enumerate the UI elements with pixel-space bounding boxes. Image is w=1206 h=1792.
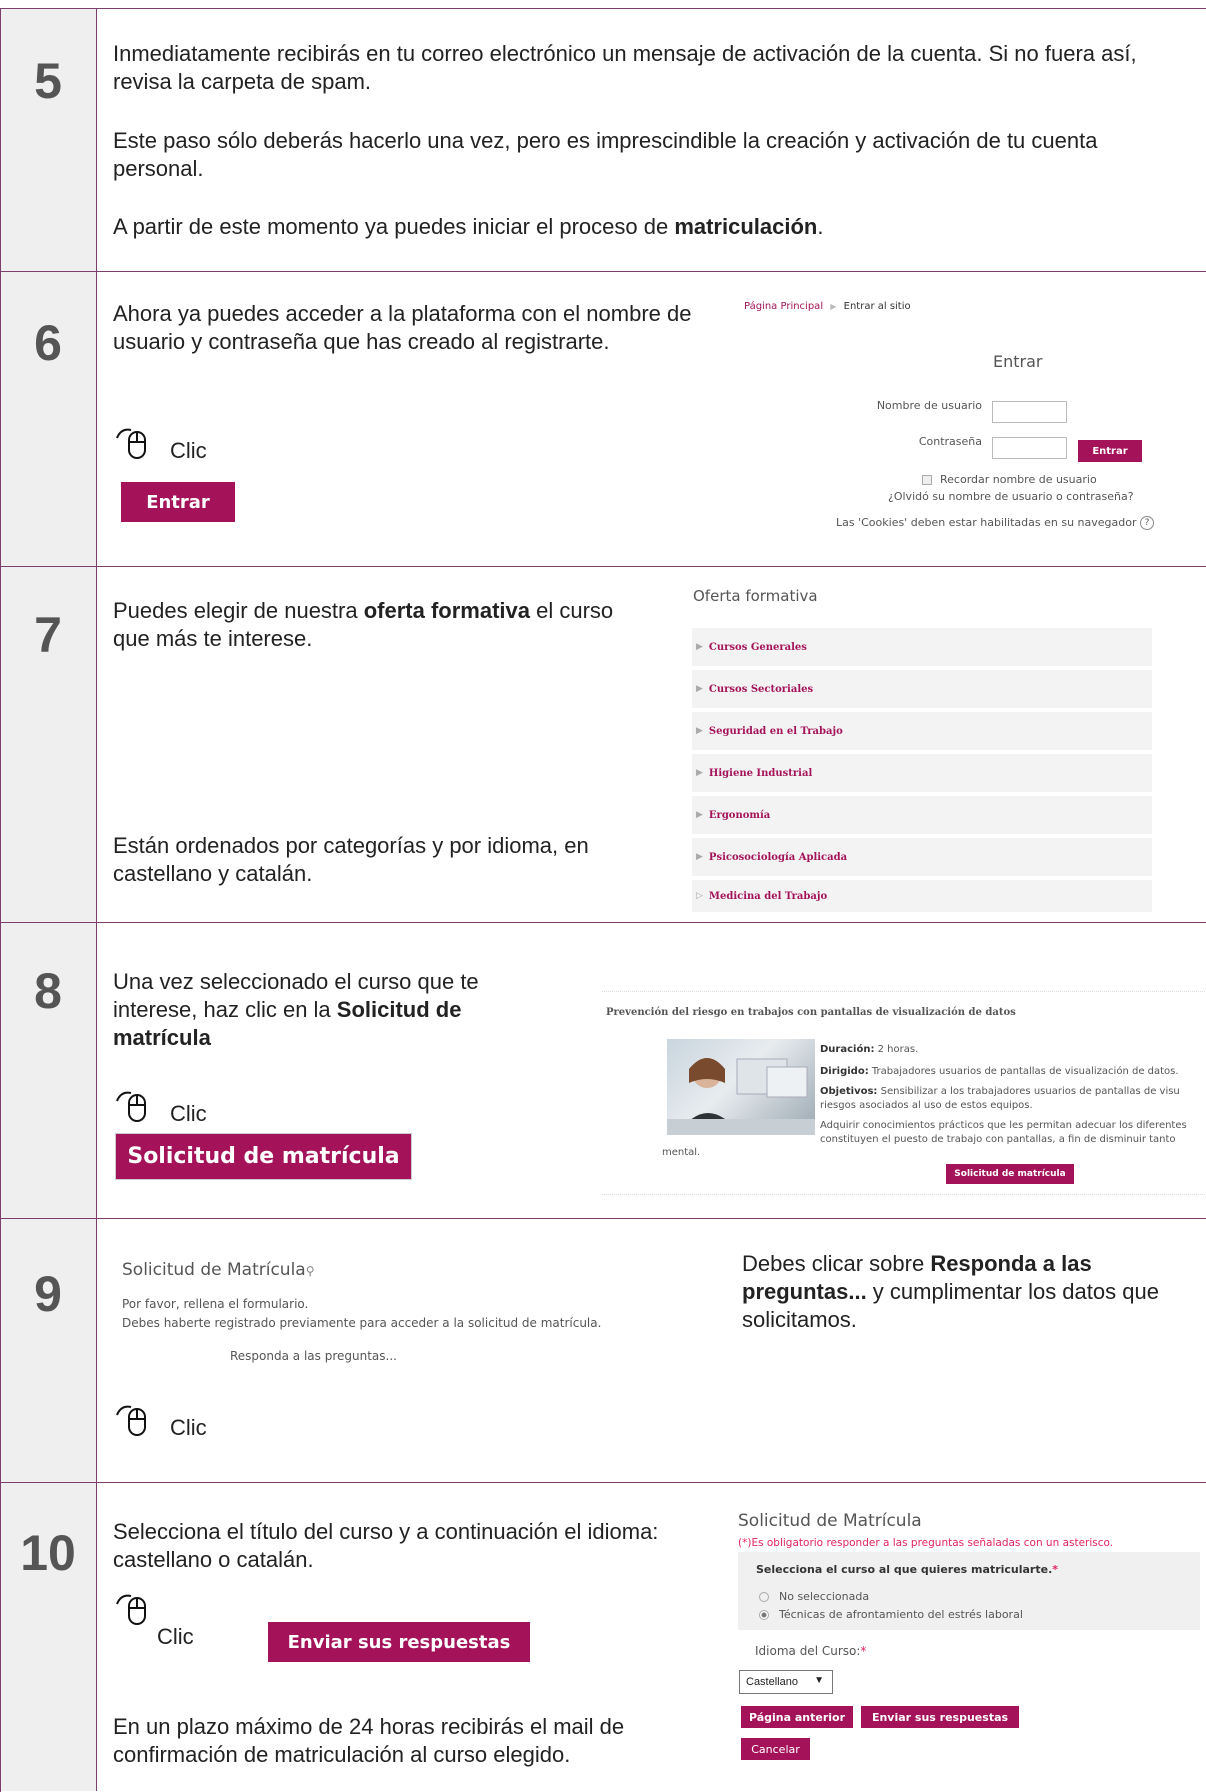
expand-triangle-icon: ▶ (696, 810, 703, 820)
language-label: Idioma del Curso:* (755, 1644, 867, 1658)
clic-label: Clic (170, 438, 207, 463)
course-title[interactable]: Prevención del riesgo en trabajos con pa… (606, 1007, 1016, 1018)
step-number: 8 (34, 963, 62, 1019)
duration-line: Duración: 2 horas. (820, 1044, 919, 1055)
category-item[interactable]: ▶ Cursos Sectoriales (692, 670, 1152, 710)
expand-triangle-icon: ▶ (696, 642, 703, 652)
step-7-text: Puedes elegir de nuestra oferta formativ… (113, 598, 614, 651)
mental-line: mental. (662, 1147, 701, 1158)
step-5-paragraph-2: Este paso sólo deberás hacerlo una vez, … (113, 128, 1098, 181)
breadcrumb-separator-icon: ▶ (830, 302, 837, 311)
solicitud-matricula-button-sample[interactable]: Solicitud de matrícula (115, 1133, 412, 1180)
remember-row: Recordar nombre de usuario (922, 473, 1097, 486)
catalog-heading: Oferta formativa (693, 587, 818, 605)
expand-triangle-icon: ▷ (696, 891, 703, 901)
question-label: Selecciona el curso al que quieres matri… (756, 1563, 1059, 1576)
row-divider (0, 1218, 1206, 1219)
cancel-button[interactable]: Cancelar (741, 1738, 810, 1760)
mouse-click-icon (116, 1091, 146, 1122)
step-8-text: Una vez seleccionado el curso que te int… (113, 969, 479, 1050)
acquire-line-2: constituyen el puesto de trabajo con pan… (820, 1134, 1176, 1145)
row-divider (0, 566, 1206, 567)
screenshot-top-border (602, 991, 1205, 992)
objectives-line-2: riesgos asociados al uso de estos equipo… (820, 1100, 1033, 1111)
language-select[interactable]: Castellano ▼ (739, 1670, 833, 1694)
password-input[interactable] (992, 437, 1067, 459)
search-icon: ⚲ (305, 1264, 315, 1278)
screenshot-bottom-border (602, 1194, 1205, 1195)
breadcrumb-current: Entrar al sitio (843, 301, 911, 312)
category-item[interactable]: ▷ Medicina del Trabajo (692, 880, 1152, 914)
category-item[interactable]: ▶ Psicosociología Aplicada (692, 838, 1152, 878)
previous-page-button[interactable]: Página anterior (741, 1706, 853, 1728)
step-number: 10 (20, 1525, 76, 1581)
mouse-click-icon (116, 1405, 146, 1436)
solicitud-matricula-button[interactable]: Solicitud de matrícula (946, 1164, 1074, 1184)
category-item[interactable]: ▶ Cursos Generales (692, 628, 1152, 668)
breadcrumb-home-link[interactable]: Página Principal (744, 301, 823, 312)
username-label: Nombre de usuario (876, 399, 982, 412)
radio-button-selected[interactable] (759, 1610, 769, 1620)
objectives-line: Objetivos: Sensibilizar a los trabajador… (820, 1086, 1180, 1097)
username-input[interactable] (992, 401, 1067, 423)
step-10-text: Selecciona el título del curso y a conti… (113, 1519, 659, 1572)
expand-triangle-icon: ▶ (696, 852, 703, 862)
step-7-text-2: Están ordenados por categorías y por idi… (113, 833, 589, 886)
form-heading: Solicitud de Matrícula (738, 1511, 922, 1531)
step-number: 6 (34, 315, 62, 371)
category-item[interactable]: ▶ Seguridad en el Trabajo (692, 712, 1152, 752)
expand-triangle-icon: ▶ (696, 768, 703, 778)
option-not-selected[interactable]: No seleccionada (759, 1590, 869, 1603)
target-line: Dirigido: Trabajadores usuarios de panta… (820, 1066, 1179, 1077)
entrar-button-sample[interactable]: Entrar (121, 482, 235, 522)
send-answers-button[interactable]: Enviar sus respuestas (861, 1706, 1019, 1728)
acquire-line: Adquirir conocimientos prácticos que les… (820, 1120, 1187, 1131)
row-divider (0, 1482, 1206, 1483)
step-number: 7 (34, 607, 62, 663)
cookies-text: Las 'Cookies' deben estar habilitadas en… (836, 516, 1137, 529)
clic-label: Clic (170, 1415, 207, 1440)
step-6-text: Ahora ya puedes acceder a la plataforma … (113, 301, 692, 354)
mouse-click-icon (116, 428, 146, 459)
option-course[interactable]: Técnicas de afrontamiento del estrés lab… (759, 1608, 1023, 1621)
answer-questions-link[interactable]: Responda a las preguntas... (230, 1349, 397, 1363)
category-item[interactable]: ▶ Higiene Industrial (692, 754, 1152, 794)
step-5-paragraph-3: A partir de este momento ya puedes inici… (113, 214, 824, 239)
category-item[interactable]: ▶ Ergonomía (692, 796, 1152, 836)
required-note: (*)Es obligatorio responder a las pregun… (738, 1537, 1114, 1549)
mouse-click-icon (116, 1594, 146, 1625)
woman-at-computer-image (667, 1058, 815, 1135)
clic-label: Clic (157, 1624, 194, 1649)
row-divider (0, 271, 1206, 272)
remember-label: Recordar nombre de usuario (940, 473, 1097, 486)
request-line-2: Debes haberte registrado previamente par… (122, 1316, 602, 1330)
step-10-text-2: En un plazo máximo de 24 horas recibirás… (113, 1714, 625, 1767)
enviar-respuestas-button-sample[interactable]: Enviar sus respuestas (268, 1622, 530, 1662)
step-5-paragraph-1: Inmediatamente recibirás en tu correo el… (113, 41, 1137, 94)
course-photo (667, 1039, 815, 1135)
dropdown-arrow-icon: ▼ (814, 1675, 824, 1686)
forgot-password-link[interactable]: ¿Olvidó su nombre de usuario o contraseñ… (888, 490, 1134, 503)
request-line-1: Por favor, rellena el formulario. (122, 1297, 309, 1311)
request-heading: Solicitud de Matrícula⚲ (122, 1260, 315, 1280)
radio-button[interactable] (759, 1592, 769, 1602)
cookies-note: Las 'Cookies' deben estar habilitadas en… (836, 516, 1154, 530)
remember-checkbox[interactable] (922, 475, 932, 485)
clic-label: Clic (170, 1101, 207, 1126)
breadcrumb: Página Principal ▶ Entrar al sitio (744, 301, 911, 312)
step-number: 9 (34, 1266, 62, 1322)
login-heading: Entrar (993, 352, 1043, 371)
password-label: Contraseña (918, 435, 982, 448)
expand-triangle-icon: ▶ (696, 684, 703, 694)
row-divider (0, 922, 1206, 923)
expand-triangle-icon: ▶ (696, 726, 703, 736)
step-9-text: Debes clicar sobre Responda a las pregun… (742, 1251, 1159, 1332)
step-number: 5 (34, 53, 62, 109)
login-button[interactable]: Entrar (1078, 440, 1142, 462)
help-icon[interactable]: ? (1140, 516, 1154, 530)
